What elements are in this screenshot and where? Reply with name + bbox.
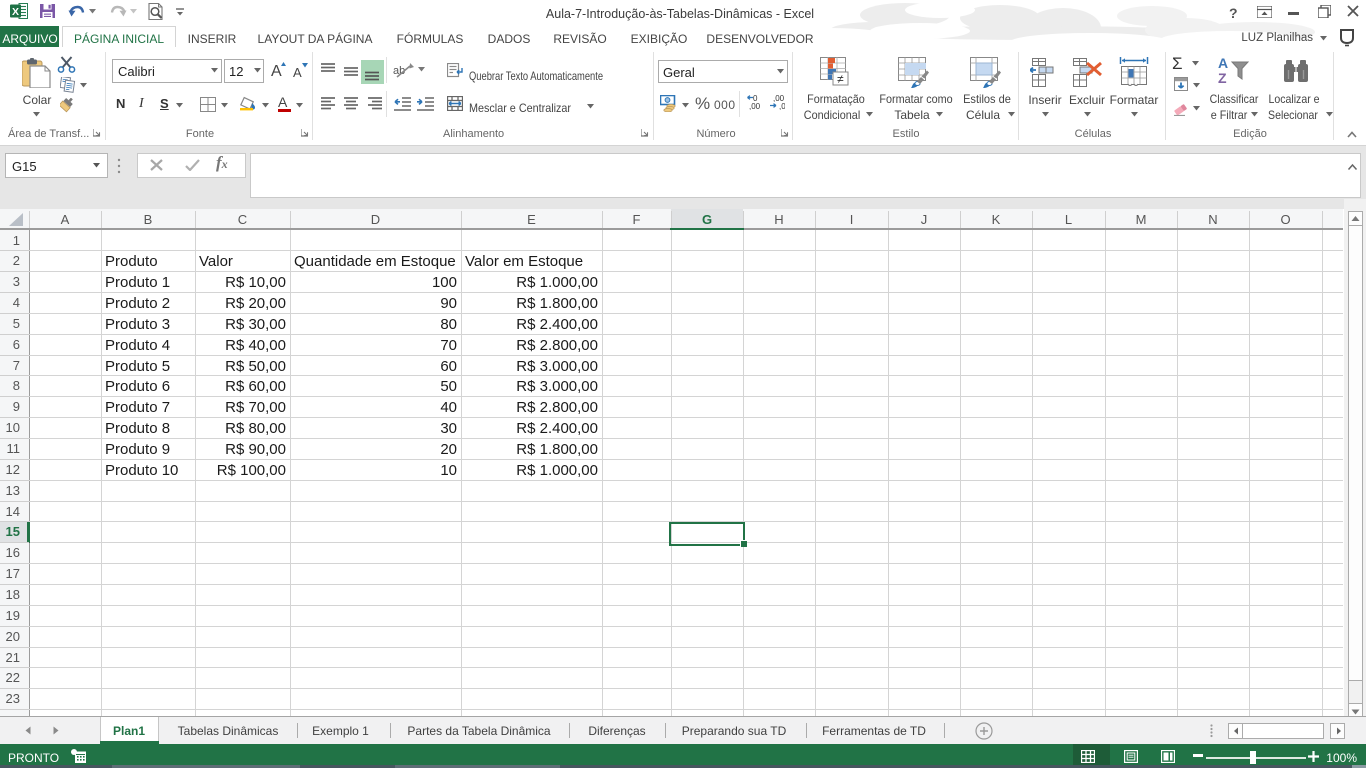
svg-text:A: A xyxy=(278,94,288,110)
svg-text:A: A xyxy=(1218,55,1228,71)
svg-text:,00: ,00 xyxy=(749,102,761,110)
svg-text:Z: Z xyxy=(1218,70,1227,85)
svg-text:A: A xyxy=(271,63,282,78)
svg-text:,0: ,0 xyxy=(779,102,785,110)
svg-text:X: X xyxy=(12,6,19,18)
svg-text:A: A xyxy=(293,65,302,78)
svg-text:≠: ≠ xyxy=(837,72,844,86)
